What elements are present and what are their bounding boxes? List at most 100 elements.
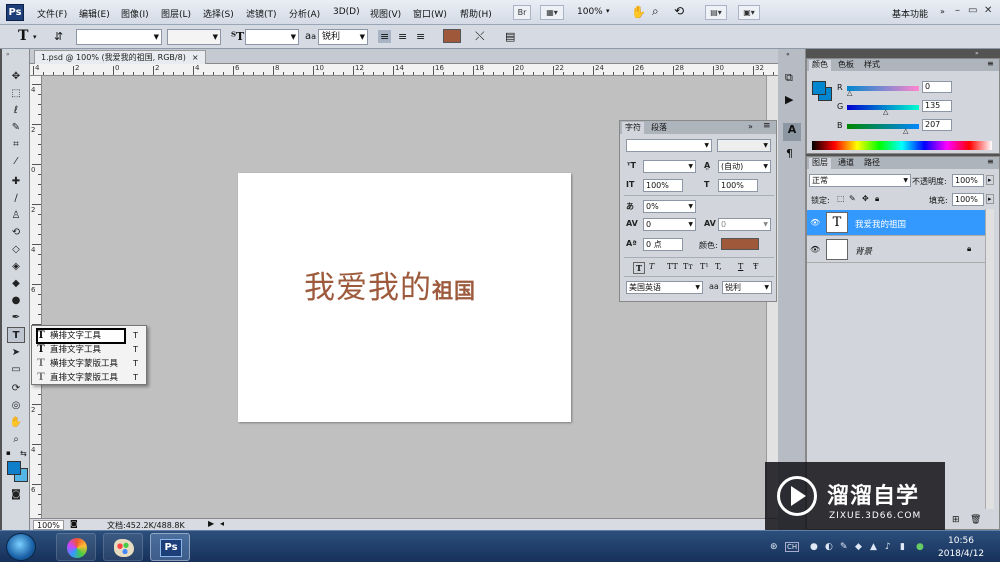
photoshop-logo[interactable]: Ps [6,4,24,21]
blue-slider-handle-icon[interactable]: △ [903,127,908,135]
text-orientation-icon[interactable]: ⇵ [54,30,63,43]
color-spectrum-ramp[interactable] [812,141,992,150]
tab-channels[interactable]: 通道 [835,158,857,169]
vertical-scale-field[interactable]: 100% [643,179,683,192]
char-leading-select[interactable]: (自动) ▼ [718,160,771,173]
layer-name[interactable]: 背景 [855,245,872,257]
workspace-menu-icon[interactable]: » [940,7,945,16]
dodge-tool-icon[interactable]: ● [7,293,25,309]
history-brush-tool-icon[interactable]: ⟲ [7,225,25,241]
blur-tool-icon[interactable]: ◆ [7,276,25,292]
workspace-switcher[interactable]: 基本功能 [892,7,928,20]
menu-layer[interactable]: 图层(L) [161,7,191,20]
menu-filter[interactable]: 滤镜(T) [246,7,277,20]
opacity-field[interactable]: 100% [952,174,984,187]
restore-icon[interactable]: ▭ [968,5,977,16]
scroll-left-icon[interactable]: ◂ [220,519,224,528]
tray-input-method[interactable]: CH [785,542,800,552]
align-left-icon[interactable]: ≡ [378,30,392,43]
red-slider-handle-icon[interactable]: △ [847,89,852,97]
green-slider-handle-icon[interactable]: △ [883,108,888,116]
3d-orbit-tool-icon[interactable]: ◎ [7,398,25,414]
char-color-swatch[interactable] [721,238,759,250]
char-font-style-select[interactable]: ▼ [717,139,771,152]
zoom-level[interactable]: 100% [577,7,603,17]
hand-tool-icon[interactable]: ✋ [631,5,646,19]
close-document-icon[interactable]: × [192,53,199,62]
clone-stamp-tool-icon[interactable]: ♙ [7,208,25,224]
font-style-select[interactable]: ▼ [167,29,221,45]
lock-transparency-icon[interactable]: ⬚ [837,194,845,203]
shape-tool-icon[interactable]: ▭ [7,362,25,378]
close-icon[interactable]: ✕ [984,5,992,16]
tray-volume-icon[interactable]: ♪ [885,542,891,552]
tab-character[interactable]: 字符 [622,122,644,134]
launch-bridge-button[interactable]: Br [513,5,531,20]
layer-name[interactable]: 我爱我的祖国 [855,218,906,230]
menu-file[interactable]: 文件(F) [37,7,67,20]
tray-icon[interactable]: ● [810,542,818,552]
arrange-documents-button[interactable]: ▤▾ [705,5,727,20]
new-layer-icon[interactable]: ⊞ [952,515,960,525]
font-size-select[interactable]: ▼ [245,29,299,45]
character-panel-toggle-icon[interactable]: ▤ [505,30,515,43]
eraser-tool-icon[interactable]: ◇ [7,242,25,258]
panel-collapse-icon[interactable]: » [748,122,753,131]
tray-network-icon[interactable]: ⊛ [770,542,778,552]
healing-brush-tool-icon[interactable]: ✚ [7,174,25,190]
menu-window[interactable]: 窗口(W) [413,7,447,20]
subscript-button[interactable]: T, [715,262,722,271]
warp-text-icon[interactable]: ⤬ [475,29,485,44]
lock-all-icon[interactable]: 🔒︎ [875,194,879,204]
taskbar-app-browser[interactable] [56,533,96,561]
layer-row-background[interactable]: 👁︎ 背景 🔒︎ [807,237,985,263]
clock-date[interactable]: 2018/4/12 [938,549,984,559]
tab-paths[interactable]: 路径 [861,158,883,169]
red-value-field[interactable]: 0 [922,81,952,93]
anti-alias-select[interactable]: 锐利 ▼ [318,29,368,45]
align-center-icon[interactable]: ≡ [398,30,407,43]
3d-rotate-tool-icon[interactable]: ⟳ [7,381,25,397]
marquee-tool-icon[interactable]: ⬚ [7,86,25,102]
paint-bucket-tool-icon[interactable]: ◈ [7,259,25,275]
menu-3d[interactable]: 3D(D) [333,7,360,17]
status-info-icon[interactable]: ◙ [70,519,78,528]
zoom-dropdown-icon[interactable]: ▾ [606,7,610,15]
blue-value-field[interactable]: 207 [922,119,952,131]
brush-tool-icon[interactable]: ∕ [7,191,25,207]
screen-mode-button[interactable]: ▣▾ [738,5,760,20]
default-colors-icon[interactable]: ▪ [6,449,11,457]
small-caps-button[interactable]: Tт [683,262,693,271]
horizontal-type-mask-tool-item[interactable]: T 横排文字蒙版工具 T [34,357,144,371]
horizontal-type-tool-item[interactable]: T 横排文字工具 T [34,329,144,343]
path-selection-tool-icon[interactable]: ➤ [7,345,25,361]
font-family-select[interactable]: ▼ [76,29,162,45]
char-font-family-select[interactable]: ▼ [626,139,712,152]
tab-layers[interactable]: 图层 [809,158,831,169]
pen-tool-icon[interactable]: ✒ [7,310,25,326]
taskbar-app-paint[interactable] [103,533,143,561]
tray-battery-icon[interactable]: ▮ [900,542,905,552]
panel-collapse-icon[interactable]: » [6,51,10,58]
move-tool-icon[interactable]: ✥ [7,69,25,85]
type-tool-icon[interactable]: T [18,28,28,44]
menu-analysis[interactable]: 分析(A) [289,7,320,20]
tsume-select[interactable]: 0% ▼ [643,200,696,213]
menu-view[interactable]: 视图(V) [370,7,401,20]
character-panel-icon[interactable]: A [783,123,801,141]
canvas-text-layer[interactable]: 我爱我的祖国 [304,262,476,307]
windows-start-button[interactable] [6,533,36,561]
eyedropper-tool-icon[interactable]: ⁄ [7,154,25,170]
color-panel-foreground-swatch[interactable] [812,81,826,95]
tab-color[interactable]: 颜色 [809,60,831,71]
language-select[interactable]: 美国英语 ▼ [626,281,703,294]
horizontal-scale-field[interactable]: 100% [718,179,758,192]
layer-visibility-eye-icon[interactable]: 👁︎ [810,218,820,227]
tray-icon[interactable]: ◆ [855,542,862,552]
tray-icon[interactable]: ✎ [840,542,848,552]
fill-field[interactable]: 100% [952,193,984,206]
red-slider[interactable] [847,86,919,91]
panel-menu-icon[interactable]: ≡ [987,59,994,68]
crop-tool-icon[interactable]: ⌗ [7,137,25,153]
menu-help[interactable]: 帮助(H) [460,7,492,20]
